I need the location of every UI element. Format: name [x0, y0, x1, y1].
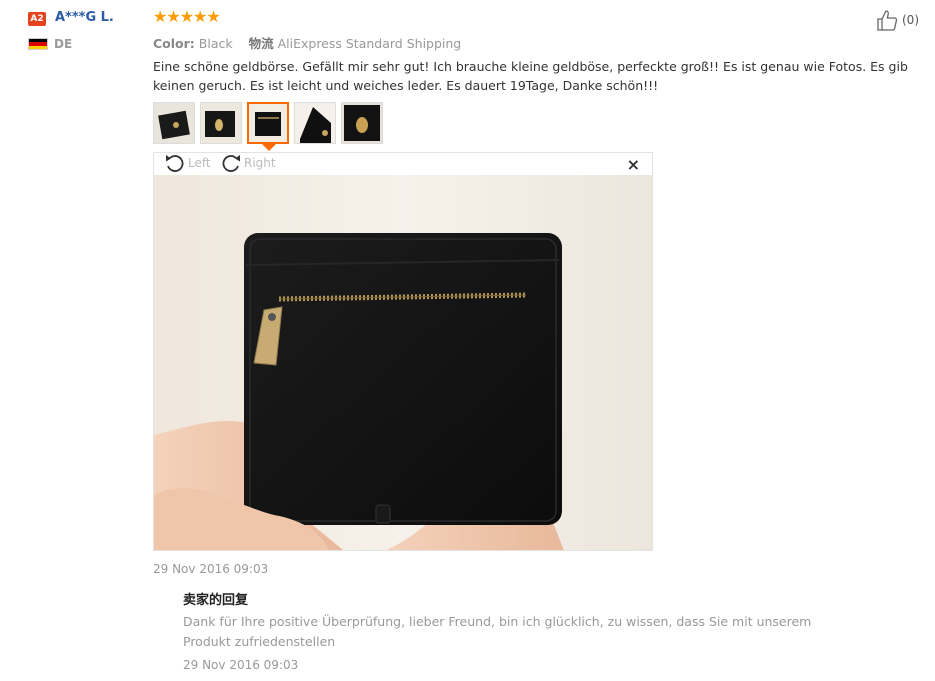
color-label: Color:: [153, 36, 195, 51]
seller-reply-text: Dank für Ihre positive Überprüfung, lieb…: [183, 614, 812, 649]
rotate-left-icon: [166, 155, 184, 172]
star-rating: ★★★★★: [153, 7, 221, 26]
helpful-count: (0): [902, 13, 919, 27]
review-thumbnail[interactable]: [294, 102, 336, 144]
thumbs-up-icon[interactable]: [876, 9, 900, 31]
shipping-value: AliExpress Standard Shipping: [277, 36, 462, 51]
buyer-country: DE: [54, 37, 73, 51]
review-thumbnail[interactable]: [153, 102, 195, 144]
review-thumbnail[interactable]: [341, 102, 383, 144]
buyer-name[interactable]: A***G L.: [55, 10, 114, 25]
active-thumbnail-caret: [262, 144, 276, 151]
review-thumbnail[interactable]: [200, 102, 242, 144]
viewer-toolbar: Left Right ×: [154, 153, 652, 175]
review-text: Eine schöne geldbörse. Gefällt mir sehr …: [153, 59, 908, 93]
close-viewer-button[interactable]: ×: [627, 155, 640, 174]
review-date: 29 Nov 2016 09:03: [153, 562, 269, 576]
rotate-right-label: Right: [244, 156, 276, 170]
shipping-label: 物流: [248, 36, 274, 51]
seller-reply-title: 卖家的回复: [183, 593, 249, 608]
rotate-left-label: Left: [188, 156, 211, 170]
rotate-right-icon: [222, 155, 240, 172]
seller-reply-date: 29 Nov 2016 09:03: [183, 658, 299, 672]
review-thumbnail-active[interactable]: [247, 102, 289, 144]
rotate-right-button[interactable]: Right: [220, 153, 276, 173]
rotate-left-button[interactable]: Left: [164, 153, 211, 173]
germany-flag-icon: [28, 38, 48, 50]
buyer-level-badge: A2: [28, 12, 46, 26]
image-viewer: Left Right ×: [153, 152, 653, 551]
review-meta: Color: Black 物流 AliExpress Standard Ship…: [153, 33, 461, 52]
review-photo: [154, 175, 652, 550]
color-value: Black: [198, 36, 233, 51]
review-thumbnails: [153, 102, 383, 144]
